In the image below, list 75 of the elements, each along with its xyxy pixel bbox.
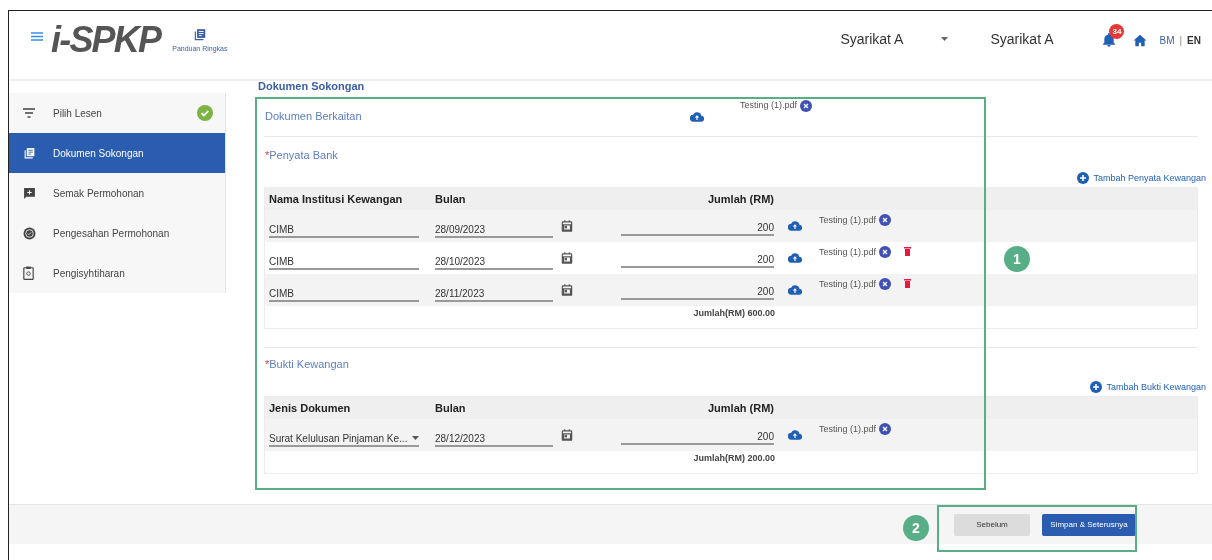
language-link[interactable]: BM [1159, 32, 1175, 48]
sidebar-item[interactable]: Pengisyhtiharan [9, 253, 225, 293]
file-name: Testing (1).pdf [740, 99, 798, 112]
logo: i-SPKP [51, 22, 161, 58]
add-link[interactable]: Tambah Bukti Kewangan [1090, 380, 1206, 394]
document-type-dropdown[interactable]: Surat Kelulusan Pinjaman Ke... [269, 431, 419, 447]
company-selector[interactable]: Syarikat A [840, 28, 949, 50]
date-field[interactable]: 28/11/2023 [435, 286, 553, 302]
caret-icon [412, 436, 419, 440]
calendar-icon[interactable] [560, 428, 574, 442]
back-button[interactable]: Sebelum [954, 513, 1030, 536]
calendar-icon[interactable] [560, 283, 574, 297]
date-field[interactable]: 28/10/2023 [435, 254, 553, 270]
file-name: Testing (1).pdf [819, 246, 877, 259]
documents-icon [192, 27, 207, 42]
column-header: Jumlah (RM) [707, 400, 774, 416]
sidebar-item[interactable]: Dokumen Sokongan [9, 133, 225, 173]
column-header: Bulan [435, 191, 467, 207]
institution-field[interactable]: CIMB [269, 286, 419, 302]
calendar-icon[interactable] [560, 219, 574, 233]
institution-field[interactable]: CIMB [269, 222, 419, 238]
save-next-button[interactable]: Simpan & Seterusnya [1042, 513, 1136, 536]
remove-file-icon[interactable] [879, 423, 892, 435]
trash-icon[interactable] [904, 279, 912, 288]
language-separator: | [1179, 33, 1183, 48]
add-icon[interactable] [1077, 172, 1090, 185]
institution-field[interactable]: CIMB [269, 254, 419, 270]
remove-file-icon[interactable] [800, 99, 813, 112]
remove-file-icon[interactable] [879, 246, 892, 258]
column-header: Bulan [435, 400, 467, 416]
date-field[interactable]: 28/12/2023 [435, 431, 553, 447]
total-amount: Jumlah(RM) 200.00 [692, 452, 775, 465]
cloud-upload-icon[interactable] [788, 253, 802, 263]
page-title: Dokumen Sokongan [257, 81, 366, 93]
amount-field[interactable]: 200 [621, 429, 774, 445]
cloud-upload-icon[interactable] [788, 285, 802, 295]
filter-icon [23, 108, 35, 118]
menu-icon[interactable] [31, 31, 43, 41]
section-label: Dokumen Berkaitan [264, 109, 363, 125]
file-name: Testing (1).pdf [819, 278, 877, 291]
column-header: Jenis Dokumen [269, 400, 352, 416]
remove-file-icon[interactable] [879, 214, 892, 226]
sidebar-item[interactable]: Pengesahan Permohonan [9, 213, 225, 253]
check-icon [197, 105, 213, 121]
sidebar-item[interactable]: Semak Permohonan [9, 173, 225, 213]
notification-badge: 34 [1109, 24, 1125, 39]
cloud-upload-icon[interactable] [788, 430, 802, 440]
amount-field[interactable]: 200 [621, 220, 774, 236]
section-label: *Bukti Kewangan [264, 357, 350, 372]
calendar-icon[interactable] [560, 251, 574, 265]
amount-field[interactable]: 200 [621, 252, 774, 268]
company-name: Syarikat A [990, 29, 1054, 49]
caret-icon [941, 37, 949, 41]
remove-file-icon[interactable] [879, 278, 892, 290]
total-amount: Jumlah(RM) 600.00 [692, 307, 775, 320]
bell-icon[interactable] [1101, 32, 1118, 48]
documents-icon [23, 146, 36, 160]
add-icon[interactable] [1090, 381, 1103, 394]
column-header: Nama Institusi Kewangan [269, 191, 404, 207]
trash-icon[interactable] [904, 247, 912, 256]
add-link[interactable]: Tambah Penyata Kewangan [1077, 171, 1206, 185]
date-field[interactable]: 28/09/2023 [435, 222, 553, 238]
check-circle-icon [23, 226, 36, 240]
chat-plus-icon [23, 186, 36, 200]
column-header: Jumlah (RM) [707, 191, 774, 207]
amount-field[interactable]: 200 [621, 284, 774, 300]
file-name: Testing (1).pdf [819, 214, 877, 227]
file-name: Testing (1).pdf [819, 423, 877, 436]
cloud-upload-icon[interactable] [690, 111, 704, 122]
home-icon[interactable] [1133, 33, 1148, 47]
cloud-upload-icon[interactable] [788, 221, 802, 231]
language-link[interactable]: EN [1187, 32, 1201, 48]
section-label: *Penyata Bank [264, 148, 339, 163]
clipboard-icon [23, 266, 34, 280]
sidebar-item[interactable]: Pilih Lesen [9, 93, 225, 133]
